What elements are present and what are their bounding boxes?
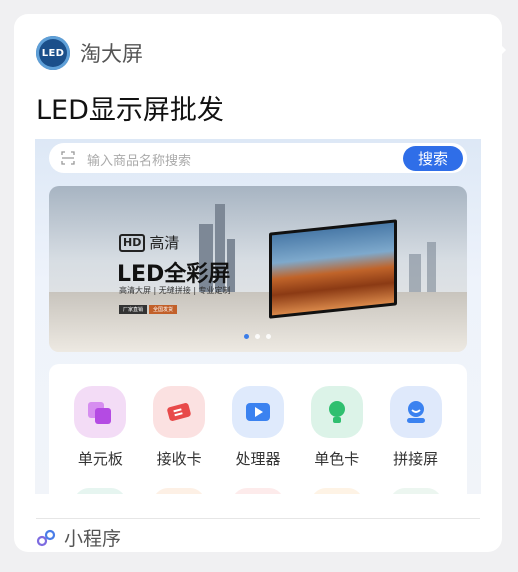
promo-banner[interactable]: HD 高清 LED全彩屏 高清大屏 | 无缝拼接 | 专业定制 厂家直销 全国发… bbox=[49, 186, 467, 352]
carousel-dots[interactable] bbox=[241, 334, 274, 339]
banner-floor bbox=[49, 292, 467, 352]
search-bar[interactable]: 输入商品名称搜索 搜索 bbox=[49, 143, 467, 173]
category-tile-partial bbox=[310, 488, 363, 494]
building-graphic bbox=[427, 242, 436, 294]
scan-icon bbox=[61, 151, 75, 165]
category-tile-partial bbox=[153, 488, 206, 494]
banner-headline: LED全彩屏 bbox=[117, 262, 231, 287]
brand-name: 淘大屏 bbox=[80, 42, 143, 66]
category-unit-board[interactable]: 单元板 bbox=[69, 386, 131, 469]
preview-image[interactable]: 输入商品名称搜索 搜索 HD 高清 LED全彩屏 高清大屏 | 无缝拼接 | 专… bbox=[35, 139, 481, 494]
message-bubble-tail bbox=[496, 40, 506, 60]
processor-icon bbox=[231, 386, 284, 438]
banner-chip: 厂家直销 bbox=[119, 305, 148, 314]
mini-program-footer: 小程序 bbox=[36, 524, 121, 551]
category-panel: 单元板 接收卡 处理器 单色卡 拼接屏 bbox=[49, 364, 467, 494]
hd-label: HD 高清 bbox=[119, 232, 179, 253]
card-title: LED显示屏批发 bbox=[36, 95, 224, 126]
category-tile-partial bbox=[389, 488, 442, 494]
hd-text: 高清 bbox=[149, 234, 180, 252]
card-header: LED 淘大屏 bbox=[36, 36, 143, 70]
category-grid: 单元板 接收卡 处理器 单色卡 拼接屏 bbox=[49, 386, 467, 469]
category-label: 单色卡 bbox=[314, 450, 360, 468]
receiving-card-icon bbox=[153, 386, 206, 438]
category-label: 拼接屏 bbox=[393, 450, 439, 468]
category-splice-screen[interactable]: 拼接屏 bbox=[385, 386, 447, 469]
search-button[interactable]: 搜索 bbox=[403, 146, 463, 171]
carousel-dot[interactable] bbox=[255, 334, 260, 339]
category-label: 单元板 bbox=[77, 450, 123, 468]
category-mono-card[interactable]: 单色卡 bbox=[306, 386, 368, 469]
carousel-dot[interactable] bbox=[266, 334, 271, 339]
building-graphic bbox=[409, 254, 421, 294]
mini-program-label: 小程序 bbox=[64, 528, 122, 550]
splice-screen-icon bbox=[389, 386, 442, 438]
mini-program-card[interactable]: LED 淘大屏 LED显示屏批发 输入商品名称搜索 搜索 HD 高清 LED全彩… bbox=[14, 14, 502, 552]
category-label: 接收卡 bbox=[156, 450, 202, 468]
carousel-dot[interactable] bbox=[244, 334, 249, 339]
category-processor[interactable]: 处理器 bbox=[227, 386, 289, 469]
footer-divider bbox=[36, 518, 480, 519]
hd-badge: HD bbox=[119, 233, 146, 252]
category-tile-partial bbox=[74, 488, 127, 494]
category-tile-partial bbox=[231, 488, 284, 494]
led-screen-graphic bbox=[269, 219, 397, 319]
banner-chip: 全国发货 bbox=[149, 305, 178, 314]
mini-program-icon bbox=[36, 529, 56, 546]
brand-logo-icon: LED bbox=[36, 36, 70, 70]
banner-subline: 高清大屏 | 无缝拼接 | 专业定制 bbox=[119, 286, 231, 295]
unit-board-icon bbox=[74, 386, 127, 438]
banner-chips: 厂家直销 全国发货 bbox=[119, 305, 179, 314]
category-receiving-card[interactable]: 接收卡 bbox=[148, 386, 210, 469]
search-input[interactable]: 输入商品名称搜索 bbox=[87, 150, 191, 169]
mono-card-icon bbox=[310, 386, 363, 438]
category-row-2 bbox=[49, 488, 467, 494]
tv-screen-image bbox=[272, 222, 394, 316]
category-label: 处理器 bbox=[235, 450, 281, 468]
brand-logo-text: LED bbox=[41, 47, 65, 59]
